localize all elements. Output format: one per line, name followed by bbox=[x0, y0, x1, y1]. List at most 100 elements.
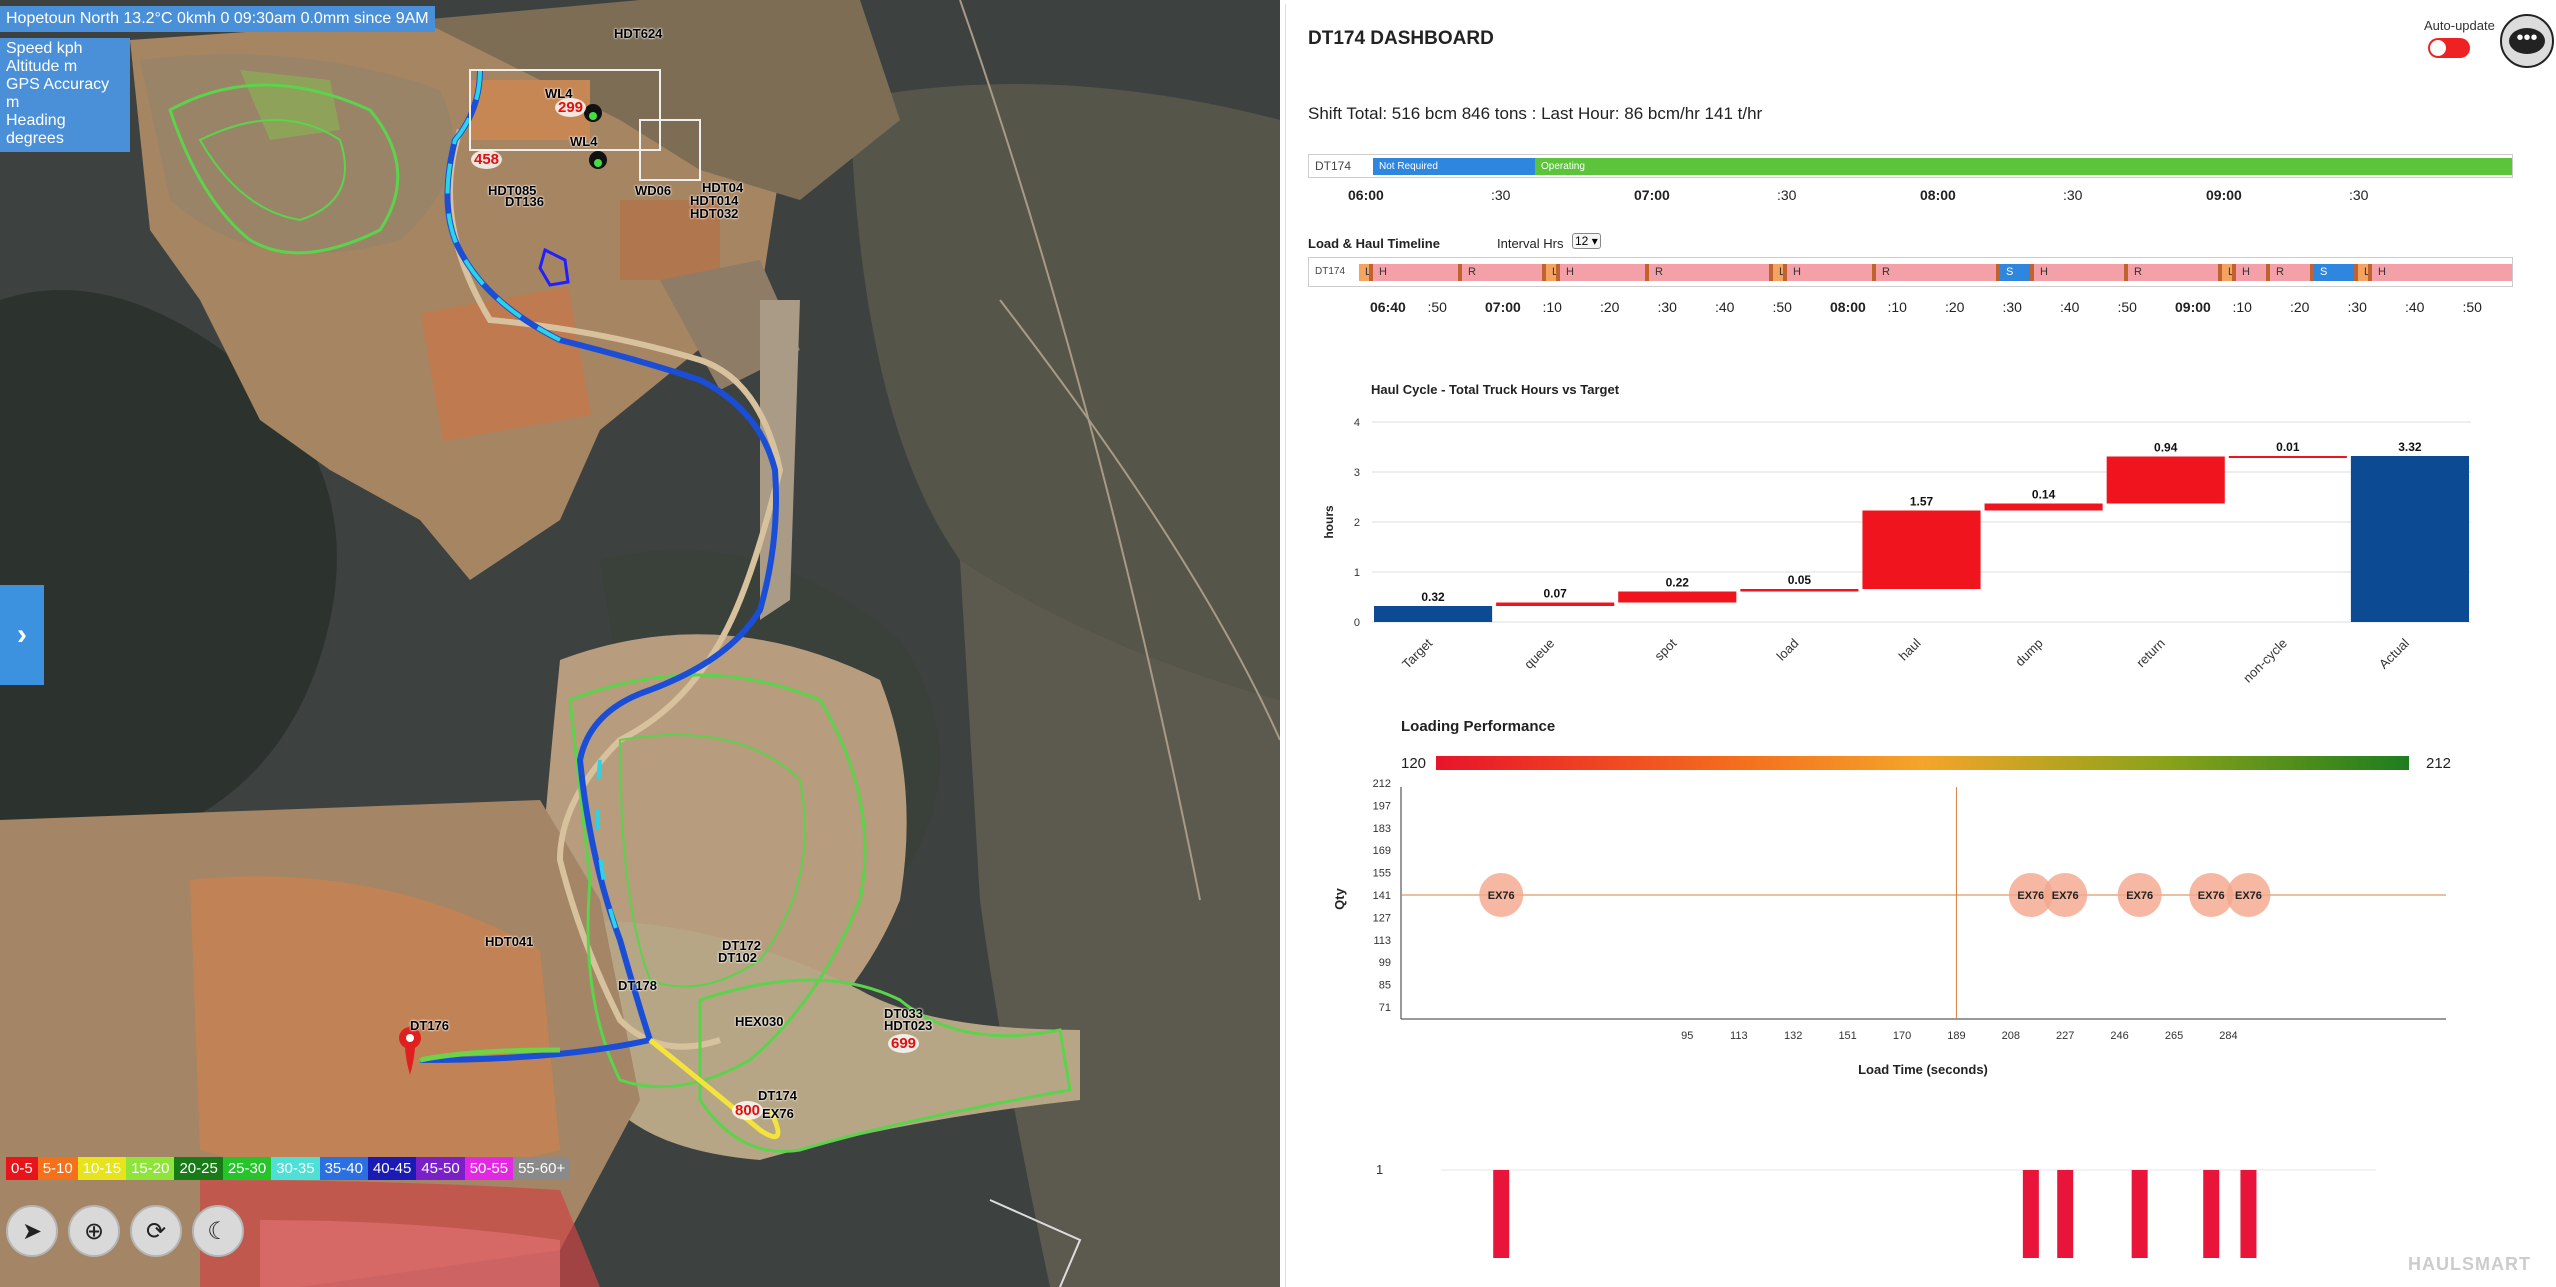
refresh-icon[interactable]: ⟳ bbox=[130, 1205, 182, 1257]
timeline-segment-R[interactable]: R bbox=[1876, 264, 1996, 281]
point-label: EX76 bbox=[1488, 890, 1515, 902]
timeline-segment-H[interactable]: H bbox=[1560, 264, 1645, 281]
shift-summary: Shift Total: 516 bcm 846 tons : Last Hou… bbox=[1308, 104, 1763, 123]
status-timeline: DT174 Not Required Operating bbox=[1308, 154, 2513, 178]
bar-queue[interactable] bbox=[1496, 602, 1615, 607]
x-tick-label: 284 bbox=[2219, 1030, 2237, 1042]
count-bar[interactable] bbox=[2203, 1170, 2220, 1258]
speed-legend-item: 10-15 bbox=[77, 1157, 127, 1180]
bar-value-label: 0.01 bbox=[2276, 440, 2300, 454]
count-bar[interactable] bbox=[1493, 1170, 1510, 1258]
status-tick: 06:00 bbox=[1348, 187, 1384, 203]
count-bar[interactable] bbox=[2022, 1170, 2039, 1258]
count-bar[interactable] bbox=[2057, 1170, 2074, 1258]
map-label[interactable]: DT178 bbox=[618, 978, 657, 993]
bar-spot[interactable] bbox=[1618, 591, 1737, 603]
crosshair-icon[interactable]: ⊕ bbox=[68, 1205, 120, 1257]
info-heading: Heading degrees bbox=[6, 112, 66, 147]
x-tick-label: queue bbox=[1521, 636, 1557, 672]
map-count-badge[interactable]: 699 bbox=[888, 1034, 920, 1053]
timeline-segment-L[interactable]: L bbox=[1359, 264, 1371, 281]
expand-panel-left-button[interactable]: › bbox=[0, 585, 44, 685]
y-tick-label: 113 bbox=[1373, 935, 1391, 947]
map-count-badge[interactable]: 458 bbox=[471, 150, 503, 169]
x-tick-label: 189 bbox=[1947, 1030, 1965, 1042]
timeline-segment-R[interactable]: R bbox=[2270, 264, 2310, 281]
timeline-segment-L[interactable]: L bbox=[2358, 264, 2370, 281]
timeline-segment-L[interactable]: L bbox=[2222, 264, 2234, 281]
map-label[interactable]: HEX030 bbox=[735, 1014, 783, 1029]
timeline-segment-H[interactable]: H bbox=[1787, 264, 1872, 281]
auto-update-toggle[interactable] bbox=[2428, 38, 2470, 58]
bar-haul[interactable] bbox=[1862, 510, 1981, 590]
night-mode-icon[interactable]: ☾ bbox=[192, 1205, 244, 1257]
y-tick-label: 169 bbox=[1373, 845, 1391, 857]
map-count-badge[interactable]: 299 bbox=[555, 98, 587, 117]
map-label[interactable]: DT136 bbox=[505, 194, 544, 209]
point-label: EX76 bbox=[2126, 890, 2153, 902]
map-label[interactable]: HDT624 bbox=[614, 26, 662, 41]
timeline-segment-H[interactable]: H bbox=[2372, 264, 2512, 281]
map-view[interactable]: Hopetoun North 13.2°C 0kmh 0 09:30am 0.0… bbox=[0, 0, 1280, 1287]
timeline-segment-R[interactable]: R bbox=[1462, 264, 1542, 281]
y-axis-label: Qty bbox=[1332, 887, 1347, 909]
chat-button[interactable]: ••• bbox=[2500, 14, 2554, 68]
map-label[interactable]: EX76 bbox=[762, 1106, 794, 1121]
speed-legend-item: 5-10 bbox=[37, 1157, 78, 1180]
map-label[interactable]: DT174 bbox=[758, 1088, 797, 1103]
bar-non-cycle[interactable] bbox=[2228, 456, 2347, 458]
load-haul-tick: :20 bbox=[1945, 299, 1965, 315]
y-tick-label: 212 bbox=[1373, 779, 1391, 790]
point-label: EX76 bbox=[2052, 890, 2079, 902]
timeline-segment-S[interactable]: S bbox=[2314, 264, 2354, 281]
timeline-segment-S[interactable]: S bbox=[2000, 264, 2030, 281]
map-tools: ➤ ⊕ ⟳ ☾ bbox=[6, 1205, 244, 1257]
bar-load[interactable] bbox=[1740, 589, 1859, 592]
loading-performance-chart: 212 197 183 169 155 141 127 113 99 85 71 95 113 132 15… bbox=[1332, 779, 2446, 1077]
timeline-segment-R[interactable]: R bbox=[1649, 264, 1769, 281]
y-tick-label: 141 bbox=[1373, 890, 1391, 902]
load-haul-tick: 06:40 bbox=[1370, 299, 1406, 315]
load-haul-truck-label: DT174 bbox=[1315, 266, 1346, 277]
loading-performance-title: Loading Performance bbox=[1401, 718, 1556, 735]
map-label[interactable]: WD06 bbox=[635, 183, 671, 198]
map-count-badge[interactable]: 800 bbox=[732, 1101, 764, 1120]
status-segment-operating[interactable]: Operating bbox=[1535, 158, 2512, 175]
x-tick-label: return bbox=[2133, 636, 2168, 671]
load-haul-tick: :10 bbox=[1542, 299, 1562, 315]
color-scale-bar bbox=[1436, 756, 2409, 770]
speed-legend-item: 25-30 bbox=[222, 1157, 272, 1180]
bar-Actual[interactable] bbox=[2350, 456, 2469, 622]
map-label[interactable]: DT102 bbox=[718, 950, 757, 965]
timeline-segment-H[interactable]: H bbox=[1373, 264, 1458, 281]
map-label[interactable]: HDT023 bbox=[884, 1018, 932, 1033]
load-haul-tick: :50 bbox=[1772, 299, 1792, 315]
timeline-segment-L[interactable]: L bbox=[1546, 264, 1558, 281]
y-tick-label: 71 bbox=[1379, 1002, 1391, 1014]
status-segment-not-required[interactable]: Not Required bbox=[1373, 158, 1535, 175]
bar-dump[interactable] bbox=[1984, 503, 2103, 511]
timeline-segment-R[interactable]: R bbox=[2128, 264, 2218, 281]
map-label[interactable]: HDT041 bbox=[485, 934, 533, 949]
map-label[interactable]: WL4 bbox=[570, 134, 597, 149]
weather-banner: Hopetoun North 13.2°C 0kmh 0 09:30am 0.0… bbox=[0, 6, 435, 32]
load-haul-tick: :30 bbox=[1657, 299, 1677, 315]
map-label[interactable]: HDT032 bbox=[690, 206, 738, 221]
timeline-segment-H[interactable]: H bbox=[2236, 264, 2266, 281]
count-bar[interactable] bbox=[2240, 1170, 2257, 1258]
info-speed: Speed kph bbox=[6, 40, 83, 57]
count-bar[interactable] bbox=[2131, 1170, 2148, 1258]
map-label[interactable]: DT176 bbox=[410, 1018, 449, 1033]
bar-value-label: 0.94 bbox=[2154, 441, 2178, 455]
speed-legend-item: 45-50 bbox=[416, 1157, 465, 1180]
timeline-segment-H[interactable]: H bbox=[2034, 264, 2124, 281]
bar-Target[interactable] bbox=[1374, 606, 1493, 622]
navigate-icon[interactable]: ➤ bbox=[6, 1205, 58, 1257]
load-haul-tick: :10 bbox=[2232, 299, 2252, 315]
status-truck-label: DT174 bbox=[1315, 159, 1352, 173]
x-tick-label: Actual bbox=[2376, 635, 2412, 671]
timeline-segment-L[interactable]: L bbox=[1773, 264, 1785, 281]
bar-return[interactable] bbox=[2106, 456, 2225, 504]
y-tick-label: 99 bbox=[1379, 957, 1391, 969]
interval-select[interactable]: 12 ▾ bbox=[1572, 233, 1601, 249]
